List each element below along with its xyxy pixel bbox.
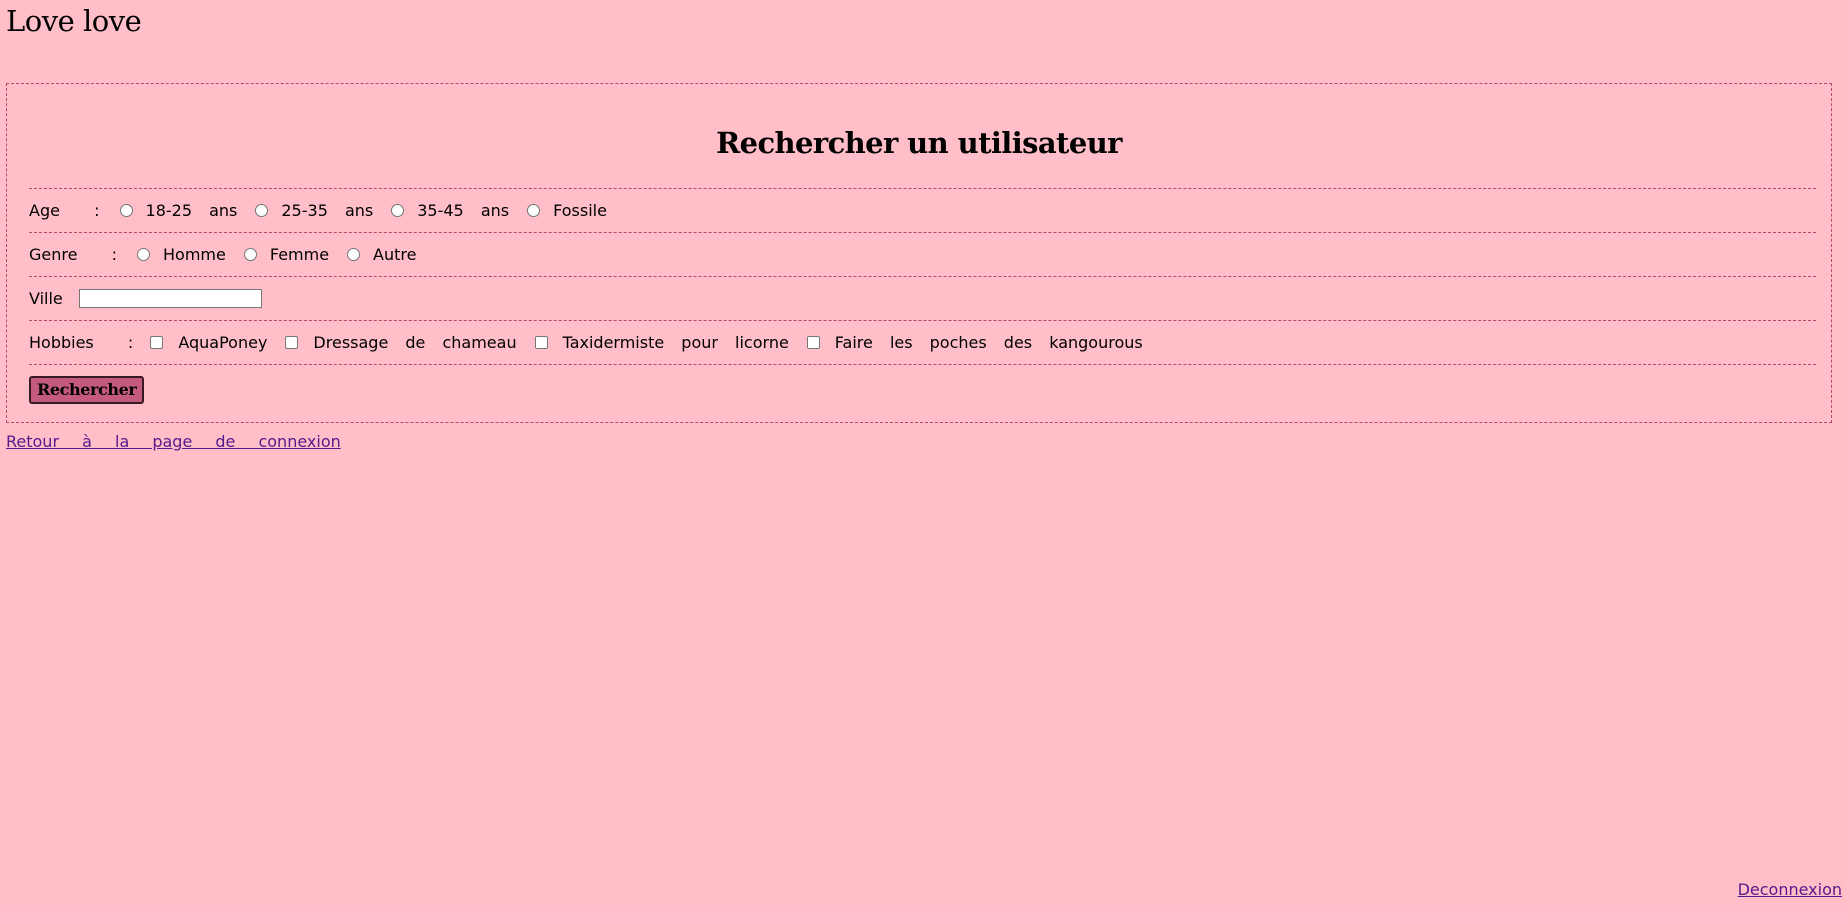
hobby-option-label: Taxidermiste pour licorne	[562, 333, 789, 352]
site-title: Love love	[6, 4, 142, 38]
search-button[interactable]: Rechercher	[29, 375, 145, 404]
genre-filter-row: Genre : Homme Femme Autre	[29, 232, 1816, 276]
age-option-label: 18-25 ans	[145, 201, 238, 220]
hobby-checkbox-aquaponey[interactable]	[150, 336, 164, 349]
hobby-option-label: Dressage de chameau	[313, 333, 517, 352]
ville-filter-row: Ville	[29, 276, 1816, 320]
ville-input[interactable]	[78, 289, 262, 308]
hobby-checkbox-taxidermiste[interactable]	[534, 336, 548, 349]
hobby-option-label: Faire les poches des kangourous	[834, 333, 1143, 352]
hobby-option-label: AquaPoney	[178, 333, 268, 352]
genre-radio-femme[interactable]	[243, 248, 257, 261]
genre-option-label: Autre	[373, 245, 417, 264]
hobbies-filter-row: Hobbies : AquaPoney Dressage de chameau …	[29, 320, 1816, 364]
back-to-login-link[interactable]: Retour à la page de connexion	[6, 432, 341, 451]
age-option-label: Fossile	[553, 201, 607, 220]
genre-option-label: Femme	[269, 245, 330, 264]
ville-label: Ville	[29, 289, 63, 308]
submit-row: Rechercher	[29, 364, 1816, 412]
user-search-form: Rechercher un utilisateur Age : 18-25 an…	[6, 83, 1832, 423]
search-heading: Rechercher un utilisateur	[716, 126, 1122, 160]
hobby-checkbox-kangourous[interactable]	[806, 336, 820, 349]
genre-label: Genre :	[29, 245, 118, 264]
age-option-label: 25-35 ans	[281, 201, 374, 220]
age-option-label: 35-45 ans	[417, 201, 510, 220]
age-radio-18-25[interactable]	[119, 204, 133, 217]
logout-link[interactable]: Deconnexion	[1738, 880, 1842, 899]
genre-option-label: Homme	[163, 245, 226, 264]
age-label: Age :	[29, 201, 100, 220]
genre-radio-autre[interactable]	[347, 248, 361, 261]
hobbies-label: Hobbies :	[29, 333, 134, 352]
genre-radio-homme[interactable]	[137, 248, 151, 261]
age-radio-35-45[interactable]	[391, 204, 405, 217]
age-filter-row: Age : 18-25 ans 25-35 ans 35-45 ans Foss…	[29, 188, 1816, 232]
age-radio-25-35[interactable]	[255, 204, 269, 217]
age-radio-fossile[interactable]	[527, 204, 541, 217]
hobby-checkbox-dressage[interactable]	[285, 336, 299, 349]
